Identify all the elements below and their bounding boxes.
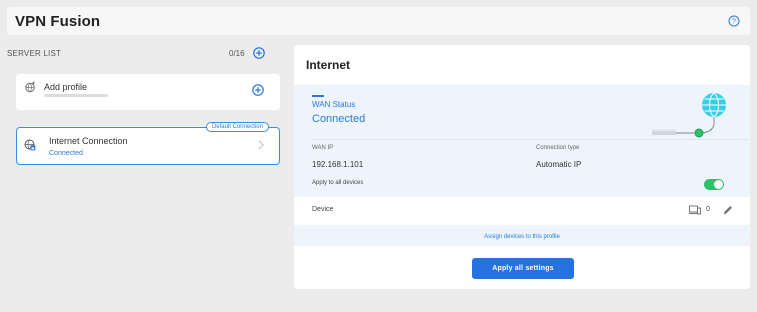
connection-type-label: Connection type bbox=[536, 145, 580, 151]
default-connection-badge: Default Connection bbox=[205, 122, 269, 132]
device-row: Device 0 bbox=[294, 197, 750, 225]
server-count: 0/16 bbox=[229, 49, 245, 58]
apply-to-all-label: Apply to all devices bbox=[312, 180, 364, 186]
add-profile-label: Add profile bbox=[44, 82, 88, 92]
add-profile-card[interactable]: Add profile bbox=[16, 74, 280, 110]
wan-status-label: WAN Status bbox=[312, 100, 356, 109]
shield-globe-icon bbox=[24, 139, 36, 151]
svg-text:?: ? bbox=[732, 19, 736, 26]
status-divider bbox=[312, 139, 748, 140]
assign-devices-row: Assign devices to this profile bbox=[294, 225, 750, 246]
connection-detail-panel: Internet WAN Status Connected WAN IP 192… bbox=[294, 45, 750, 289]
apply-to-all-row: Apply to all devices bbox=[294, 172, 750, 197]
chevron-right-icon bbox=[258, 140, 264, 150]
server-list-sidebar: SERVER LIST 0/16 Add profile Default Con… bbox=[7, 37, 292, 312]
toggle-knob bbox=[714, 180, 723, 189]
network-globe-illustration bbox=[652, 92, 726, 138]
connection-type-value: Automatic IP bbox=[536, 160, 582, 169]
device-label: Device bbox=[312, 206, 334, 213]
add-server-icon[interactable] bbox=[253, 47, 265, 59]
connection-name: Internet Connection bbox=[49, 136, 128, 146]
help-icon[interactable]: ? bbox=[728, 15, 740, 27]
add-profile-plus-icon[interactable] bbox=[252, 84, 264, 96]
apply-all-settings-button[interactable]: Apply all settings bbox=[472, 258, 574, 279]
wan-status-accent bbox=[312, 95, 324, 97]
globe-icon bbox=[25, 81, 35, 93]
pencil-icon[interactable] bbox=[722, 204, 734, 216]
page-title: VPN Fusion bbox=[15, 13, 101, 30]
apply-to-all-toggle[interactable] bbox=[704, 179, 724, 190]
device-count: 0 bbox=[706, 206, 710, 213]
connection-card-internet[interactable]: Default Connection Internet Connection C… bbox=[16, 122, 280, 165]
wan-status-value: Connected bbox=[312, 113, 366, 125]
wan-ip-label: WAN IP bbox=[312, 145, 334, 151]
server-list-label: SERVER LIST bbox=[7, 49, 62, 58]
app-header: VPN Fusion ? bbox=[7, 7, 750, 35]
connection-status: Connected bbox=[49, 150, 83, 157]
wan-ip-value: 192.168.1.101 bbox=[312, 160, 364, 169]
device-icon bbox=[689, 205, 701, 215]
panel-title: Internet bbox=[306, 58, 351, 72]
assign-devices-link[interactable]: Assign devices to this profile bbox=[484, 234, 560, 240]
placeholder-bar bbox=[44, 94, 108, 97]
